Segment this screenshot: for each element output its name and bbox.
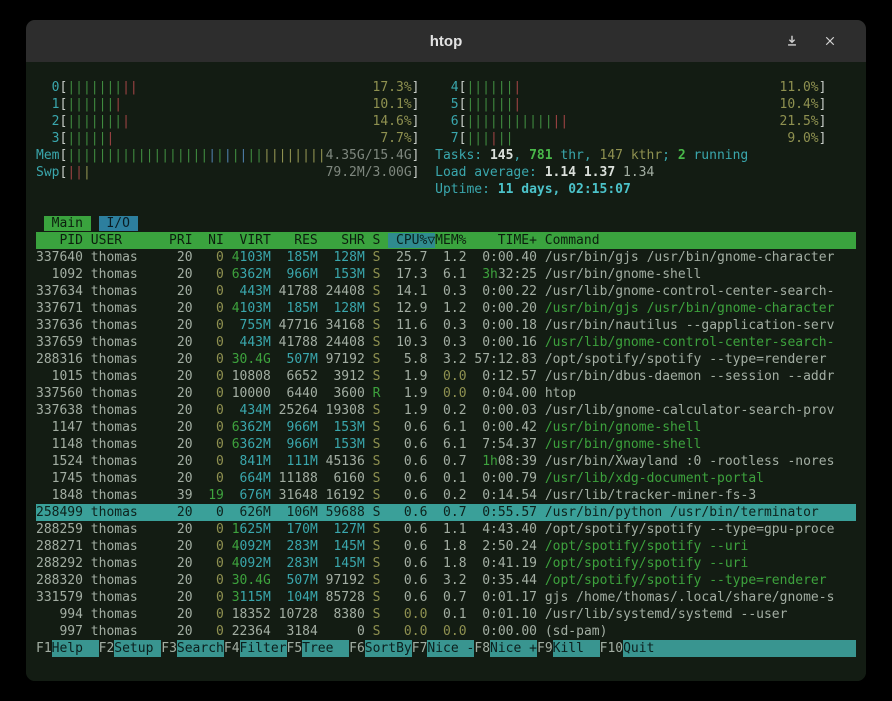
cpu-meter-1: 1[|||||||10.1%] [36,96,420,113]
tab-i-o[interactable]: I/O [99,216,138,231]
fkey-f4[interactable]: F4 [224,640,240,657]
fkey-label-quit[interactable]: Quit [623,640,670,657]
fkey-label-nice-[interactable]: Nice + [490,640,537,657]
spacer-line [36,198,856,215]
fkey-label-filter[interactable]: Filter [240,640,287,657]
tab-main[interactable]: Main [44,216,91,231]
swap-meter: Swp[|||79.2M/3.00G] [36,164,420,181]
cpu-meter-7: 7[||||||9.0%] [435,130,856,147]
process-row-selected[interactable]: 258499 thomas 20 0 626M 106M 59688 S 0.6… [36,504,856,521]
fkey-label-setup[interactable]: Setup [114,640,161,657]
process-table: 337640 thomas 20 0 4103M 185M 128M S 25.… [36,249,856,640]
cpu-meter-6: 6[|||||||||||||21.5%] [435,113,856,130]
swap-meter-value: 79.2M/3.00G [326,164,412,181]
process-row[interactable]: 337659 thomas 20 0 443M 41788 24408 S 10… [36,334,856,351]
window-titlebar[interactable]: htop [26,20,866,62]
process-row[interactable]: 1015 thomas 20 0 10808 6652 3912 S 1.9 0… [36,368,856,385]
fkey-label-sortby[interactable]: SortBy [365,640,412,657]
cpu-meter-4-bar: |||||||11.0% [466,79,818,96]
fkey-f10[interactable]: F10 [600,640,623,657]
cpu-meter-6-value: 21.5% [780,113,819,130]
cpu-meter-1-bar: |||||||10.1% [67,96,411,113]
cpu-meter-4-value: 11.0% [780,79,819,96]
process-row[interactable]: 1524 thomas 20 0 841M 111M 45136 S 0.6 0… [36,453,856,470]
cpu-meter-7-value: 9.0% [787,130,818,147]
cpu-meter-5-value: 10.4% [780,96,819,113]
process-row[interactable]: 288316 thomas 20 0 30.4G 507M 97192 S 5.… [36,351,856,368]
process-row[interactable]: 288292 thomas 20 0 4092M 283M 145M S 0.6… [36,555,856,572]
fkey-f7[interactable]: F7 [412,640,428,657]
cpu-meter-2-value: 14.6% [373,113,412,130]
fkey-f2[interactable]: F2 [99,640,115,657]
fkey-label-help[interactable]: Help [52,640,99,657]
process-row[interactable]: 1092 thomas 20 0 6362M 966M 153M S 17.3 … [36,266,856,283]
process-row[interactable]: 288271 thomas 20 0 4092M 283M 145M S 0.6… [36,538,856,555]
fkey-label-kill[interactable]: Kill [553,640,600,657]
fkey-f5[interactable]: F5 [287,640,303,657]
screen-tabs: Main I/O [36,215,856,232]
cpu-meter-6-bar: |||||||||||||21.5% [466,113,818,130]
cpu-meter-2: 2[||||||||14.6%] [36,113,420,130]
process-row[interactable]: 337671 thomas 20 0 4103M 185M 128M S 12.… [36,300,856,317]
fkey-label-tree[interactable]: Tree [302,640,349,657]
swap-meter-bar: |||79.2M/3.00G [67,164,411,181]
cpu-meter-0-bar: |||||||||17.3% [67,79,411,96]
meters-area: 0[|||||||||17.3%] 1[|||||||10.1%] 2[||||… [36,79,856,198]
process-row[interactable]: 331579 thomas 20 0 3115M 104M 85728 S 0.… [36,589,856,606]
fkey-f6[interactable]: F6 [349,640,365,657]
process-row[interactable]: 337560 thomas 20 0 10000 6440 3600 R 1.9… [36,385,856,402]
process-row[interactable]: 337640 thomas 20 0 4103M 185M 128M S 25.… [36,249,856,266]
process-row[interactable]: 994 thomas 20 0 18352 10728 8380 S 0.0 0… [36,606,856,623]
process-row[interactable]: 1848 thomas 39 19 676M 31648 16192 S 0.6… [36,487,856,504]
function-key-bar: F1Help F2Setup F3SearchF4FilterF5Tree F6… [36,640,856,657]
cpu-meter-0: 0[|||||||||17.3%] [36,79,420,96]
cpu-meter-3: 3[||||||7.7%] [36,130,420,147]
process-row[interactable]: 288259 thomas 20 0 1625M 170M 127M S 0.6… [36,521,856,538]
cpu-meter-3-bar: ||||||7.7% [67,130,411,147]
memory-meter-bar: |||||||||||||||||||||||||||||||||4.35G/1… [67,147,411,164]
load-average: Load average: 1.14 1.37 1.34 [435,164,856,181]
fkey-label-search[interactable]: Search [177,640,224,657]
terminal-window: htop 0[|||||||||17.3%] 1[|||||||10.1%] 2… [26,20,866,681]
process-row[interactable]: 288320 thomas 20 0 30.4G 507M 97192 S 0.… [36,572,856,589]
tasks-summary: Tasks: 145, 781 thr, 147 kthr; 2 running [435,147,856,164]
memory-meter-value: 4.35G/15.4G [326,147,412,164]
cpu-meter-1-value: 10.1% [373,96,412,113]
cpu-meter-5-bar: |||||||10.4% [466,96,818,113]
cpu-meter-5: 5[|||||||10.4%] [435,96,856,113]
cpu-meter-2-bar: ||||||||14.6% [67,113,411,130]
memory-meter: Mem[|||||||||||||||||||||||||||||||||4.3… [36,147,420,164]
process-row[interactable]: 337638 thomas 20 0 434M 25264 19308 S 1.… [36,402,856,419]
download-icon[interactable] [782,31,802,51]
process-row[interactable]: 337634 thomas 20 0 443M 41788 24408 S 14… [36,283,856,300]
sort-column-cpu[interactable]: CPU%▽ [388,233,435,248]
table-header[interactable]: PID USER PRI NI VIRT RES SHR S CPU%▽MEM%… [36,232,856,249]
fkey-f8[interactable]: F8 [474,640,490,657]
fkey-bar-fill [670,640,856,657]
htop-terminal: 0[|||||||||17.3%] 1[|||||||10.1%] 2[||||… [26,62,866,681]
close-icon[interactable] [820,31,840,51]
fkey-f1[interactable]: F1 [36,640,52,657]
window-title: htop [430,33,462,50]
cpu-meter-0-value: 17.3% [373,79,412,96]
uptime: Uptime: 11 days, 02:15:07 [435,181,856,198]
cpu-meter-7-bar: ||||||9.0% [466,130,818,147]
process-row[interactable]: 1147 thomas 20 0 6362M 966M 153M S 0.6 6… [36,419,856,436]
fkey-label-nice-[interactable]: Nice - [427,640,474,657]
process-row[interactable]: 1745 thomas 20 0 664M 11188 6160 S 0.6 0… [36,470,856,487]
process-row[interactable]: 1148 thomas 20 0 6362M 966M 153M S 0.6 6… [36,436,856,453]
process-row[interactable]: 997 thomas 20 0 22364 3184 0 S 0.0 0.0 0… [36,623,856,640]
process-row[interactable]: 337636 thomas 20 0 755M 47716 34168 S 11… [36,317,856,334]
cpu-meter-4: 4[|||||||11.0%] [435,79,856,96]
cpu-meter-3-value: 7.7% [380,130,411,147]
fkey-f9[interactable]: F9 [537,640,553,657]
fkey-f3[interactable]: F3 [161,640,177,657]
